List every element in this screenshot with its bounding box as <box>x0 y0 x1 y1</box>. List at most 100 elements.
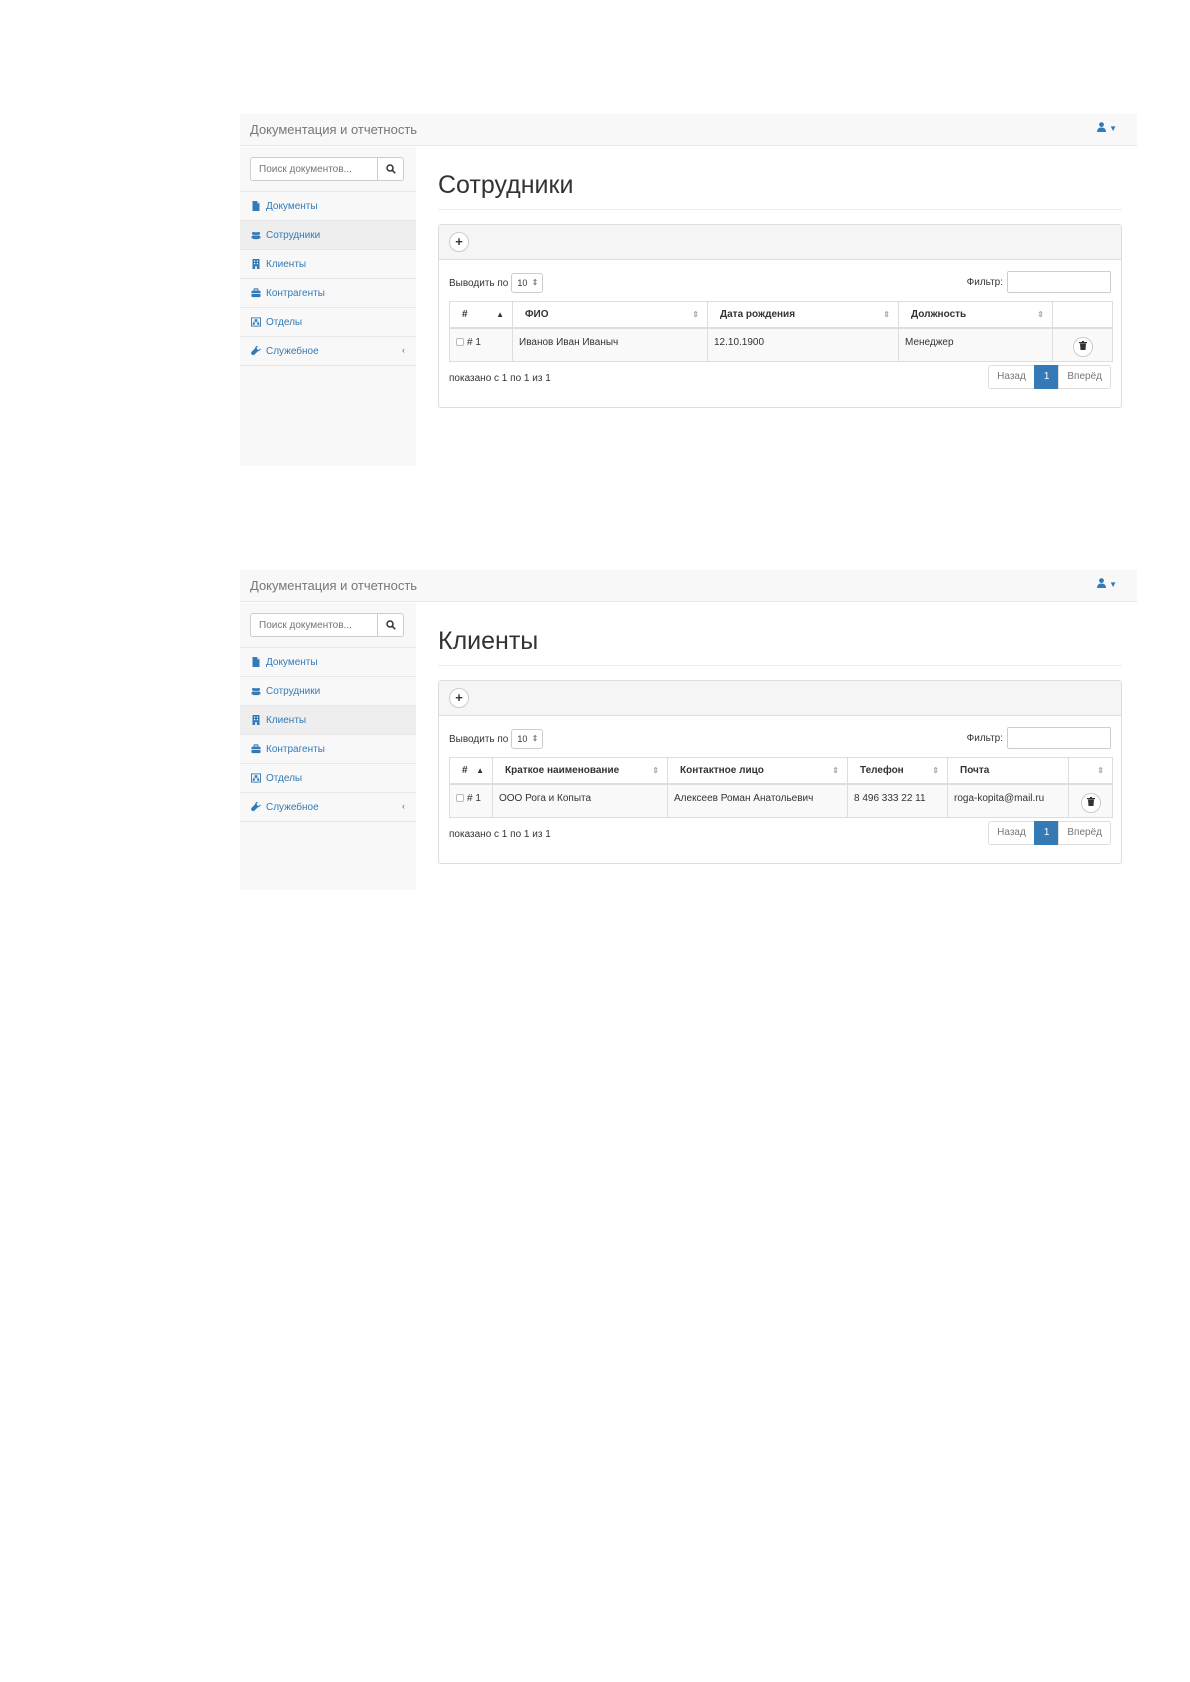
column-header-actions <box>1052 301 1113 329</box>
sidebar-item-employees[interactable]: Сотрудники <box>240 677 416 706</box>
table-info: показано с 1 по 1 из 1 <box>449 373 551 384</box>
pagination-next[interactable]: Вперёд <box>1058 365 1111 389</box>
panel-heading: + <box>439 681 1121 716</box>
sort-asc-icon: ▲ <box>476 766 484 775</box>
search-button[interactable] <box>377 157 404 181</box>
sidebar-item-clients[interactable]: Клиенты <box>240 250 416 279</box>
pagination-page-current[interactable]: 1 <box>1033 365 1060 389</box>
sidebar: Документы Сотрудники Клиенты Контрагенты… <box>240 603 416 890</box>
column-header-position[interactable]: Должность ⇕ <box>898 301 1053 329</box>
title-divider <box>438 209 1122 210</box>
cell-name: Иванов Иван Иваныч <box>512 327 708 362</box>
column-header-number[interactable]: # ▲ <box>449 757 493 785</box>
sidebar-item-label: Контрагенты <box>266 743 325 755</box>
filter-input[interactable] <box>1007 271 1111 293</box>
user-icon <box>1097 122 1107 132</box>
sidebar-item-label: Сотрудники <box>266 229 321 241</box>
user-icon <box>1097 578 1107 588</box>
briefcase-icon <box>251 744 265 754</box>
sidebar-item-service[interactable]: Служебное ‹ <box>240 793 416 822</box>
column-header-actions[interactable]: ⇕ <box>1068 757 1113 785</box>
chevron-left-icon[interactable]: ‹ <box>402 801 405 811</box>
column-header-contact[interactable]: Контактное лицо ⇕ <box>667 757 848 785</box>
sitemap-icon <box>251 773 265 783</box>
building-icon <box>251 715 265 725</box>
building-icon <box>251 259 265 269</box>
sidebar-item-documents[interactable]: Документы <box>240 192 416 221</box>
table-header-row: # ▲ Краткое наименование ⇕ Контактное лицо… <box>449 757 1113 785</box>
table-row[interactable]: # 1 Иванов Иван Иваныч 12.10.1900 Менедж… <box>449 327 1113 362</box>
sidebar-item-clients[interactable]: Клиенты <box>240 706 416 735</box>
row-actions-cell <box>1068 783 1113 818</box>
search-button[interactable] <box>377 613 404 637</box>
pagination-prev[interactable]: Назад <box>988 821 1035 845</box>
pagination-next[interactable]: Вперёд <box>1058 821 1111 845</box>
cell-contact: Алексеев Роман Анатольевич <box>667 783 848 818</box>
row-actions-cell <box>1052 327 1113 362</box>
column-header-birthdate[interactable]: Дата рождения ⇕ <box>707 301 899 329</box>
page-length-value: 10 <box>517 734 528 744</box>
column-header-phone[interactable]: Телефон ⇕ <box>847 757 948 785</box>
brand-title[interactable]: Документация и отчетность <box>250 122 417 137</box>
sidebar-item-label: Клиенты <box>266 258 307 270</box>
users-icon <box>251 686 265 696</box>
column-header-email[interactable]: Почта <box>947 757 1069 785</box>
sidebar-item-label: Клиенты <box>266 714 307 726</box>
row-checkbox[interactable] <box>456 793 464 802</box>
pagination-page-current[interactable]: 1 <box>1033 821 1060 845</box>
search-input[interactable] <box>250 613 378 637</box>
add-button[interactable]: + <box>449 688 469 708</box>
column-header-label: Почта <box>960 764 990 776</box>
search-icon <box>385 620 396 630</box>
sidebar-search <box>240 603 416 648</box>
panel-heading: + <box>439 225 1121 260</box>
sidebar-item-employees[interactable]: Сотрудники <box>240 221 416 250</box>
sidebar-item-departments[interactable]: Отделы <box>240 308 416 337</box>
navbar: Документация и отчетность ▼ <box>240 570 1137 602</box>
column-header-label: Краткое наименование <box>505 764 620 776</box>
filter-input[interactable] <box>1007 727 1111 749</box>
user-menu[interactable]: ▼ <box>1097 122 1117 135</box>
sidebar-item-service[interactable]: Служебное ‹ <box>240 337 416 366</box>
file-icon <box>251 201 265 211</box>
select-arrows-icon: ⇕ <box>531 278 539 287</box>
delete-button[interactable] <box>1080 792 1101 813</box>
column-header-number[interactable]: # ▲ <box>449 301 513 329</box>
sort-icon: ⇕ <box>1037 310 1044 319</box>
chevron-left-icon[interactable]: ‹ <box>402 345 405 355</box>
user-menu[interactable]: ▼ <box>1097 578 1117 591</box>
row-id-cell: # 1 <box>449 783 493 818</box>
pagination-prev[interactable]: Назад <box>988 365 1035 389</box>
wrench-icon <box>251 802 265 812</box>
add-button[interactable]: + <box>449 232 469 252</box>
clients-table: # ▲ Краткое наименование ⇕ Контактное лицо… <box>449 757 1113 818</box>
sidebar-item-documents[interactable]: Документы <box>240 648 416 677</box>
table-info: показано с 1 по 1 из 1 <box>449 829 551 840</box>
sidebar-item-label: Служебное <box>266 345 319 357</box>
table-row[interactable]: # 1 ООО Рога и Копыта Алексеев Роман Ана… <box>449 783 1113 818</box>
caret-down-icon: ▼ <box>1109 124 1117 133</box>
sidebar-item-departments[interactable]: Отделы <box>240 764 416 793</box>
sidebar-item-counterparties[interactable]: Контрагенты <box>240 279 416 308</box>
screenshot-employees: Документация и отчетность ▼ Документы Со… <box>240 114 1137 466</box>
sort-icon: ⇕ <box>692 310 699 319</box>
sidebar-item-label: Отделы <box>266 316 303 328</box>
cell-email: roga-kopita@mail.ru <box>947 783 1069 818</box>
sort-icon: ⇕ <box>652 766 659 775</box>
filter-label: Фильтр: <box>966 276 1003 288</box>
table-header-row: # ▲ ФИО ⇕ Дата рождения ⇕ Должность ⇕ <box>449 301 1113 329</box>
row-checkbox[interactable] <box>456 337 464 346</box>
search-input[interactable] <box>250 157 378 181</box>
sidebar-item-label: Сотрудники <box>266 685 321 697</box>
column-header-label: Должность <box>911 308 967 320</box>
page-length-select[interactable]: 10 ⇕ <box>511 729 544 749</box>
sort-asc-icon: ▲ <box>496 310 504 319</box>
sidebar-item-counterparties[interactable]: Контрагенты <box>240 735 416 764</box>
page-length-value: 10 <box>517 278 528 288</box>
page-length-label: Выводить по <box>449 733 509 745</box>
brand-title[interactable]: Документация и отчетность <box>250 578 417 593</box>
column-header-name[interactable]: ФИО ⇕ <box>512 301 708 329</box>
delete-button[interactable] <box>1072 336 1093 357</box>
column-header-short-name[interactable]: Краткое наименование ⇕ <box>492 757 668 785</box>
page-length-select[interactable]: 10 ⇕ <box>511 273 544 293</box>
